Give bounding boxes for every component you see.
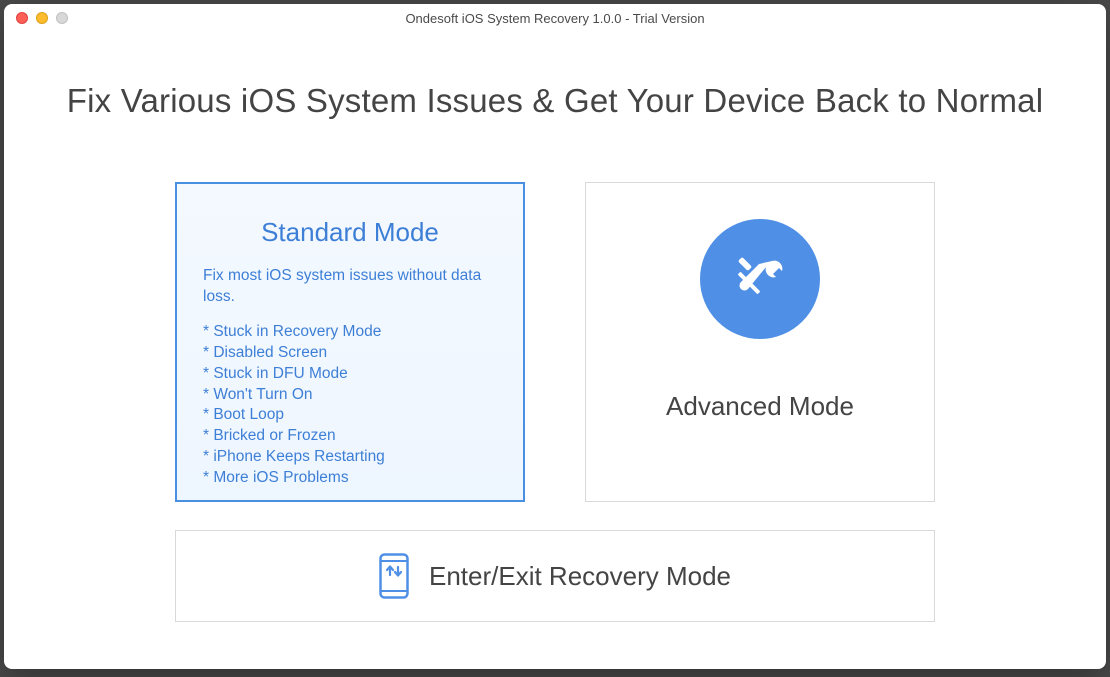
zoom-window-button-disabled <box>56 12 68 24</box>
advanced-mode-title: Advanced Mode <box>666 391 854 422</box>
list-item: * Won't Turn On <box>203 385 497 406</box>
tools-icon <box>700 219 820 339</box>
list-item: * More iOS Problems <box>203 468 497 489</box>
standard-mode-subtitle: Fix most iOS system issues without data … <box>203 266 497 308</box>
list-item: * Boot Loop <box>203 405 497 426</box>
page-headline: Fix Various iOS System Issues & Get Your… <box>4 82 1106 120</box>
recovery-mode-card[interactable]: Enter/Exit Recovery Mode <box>175 530 935 622</box>
list-item: * Disabled Screen <box>203 343 497 364</box>
advanced-mode-card[interactable]: Advanced Mode <box>585 182 935 502</box>
standard-mode-title: Standard Mode <box>261 217 439 248</box>
window-controls <box>16 12 68 24</box>
app-window: Ondesoft iOS System Recovery 1.0.0 - Tri… <box>4 4 1106 669</box>
standard-mode-card[interactable]: Standard Mode Fix most iOS system issues… <box>175 182 525 502</box>
standard-mode-feature-list: * Stuck in Recovery Mode * Disabled Scre… <box>203 322 497 489</box>
close-window-button[interactable] <box>16 12 28 24</box>
advanced-mode-icon-wrap <box>700 219 820 339</box>
titlebar: Ondesoft iOS System Recovery 1.0.0 - Tri… <box>4 4 1106 32</box>
recovery-mode-title: Enter/Exit Recovery Mode <box>429 561 731 592</box>
list-item: * Bricked or Frozen <box>203 426 497 447</box>
mode-cards: Standard Mode Fix most iOS system issues… <box>4 182 1106 502</box>
minimize-window-button[interactable] <box>36 12 48 24</box>
list-item: * Stuck in DFU Mode <box>203 364 497 385</box>
standard-mode-description: Fix most iOS system issues without data … <box>177 266 523 489</box>
phone-recovery-icon <box>379 553 409 599</box>
window-title: Ondesoft iOS System Recovery 1.0.0 - Tri… <box>4 11 1106 26</box>
list-item: * Stuck in Recovery Mode <box>203 322 497 343</box>
list-item: * iPhone Keeps Restarting <box>203 447 497 468</box>
